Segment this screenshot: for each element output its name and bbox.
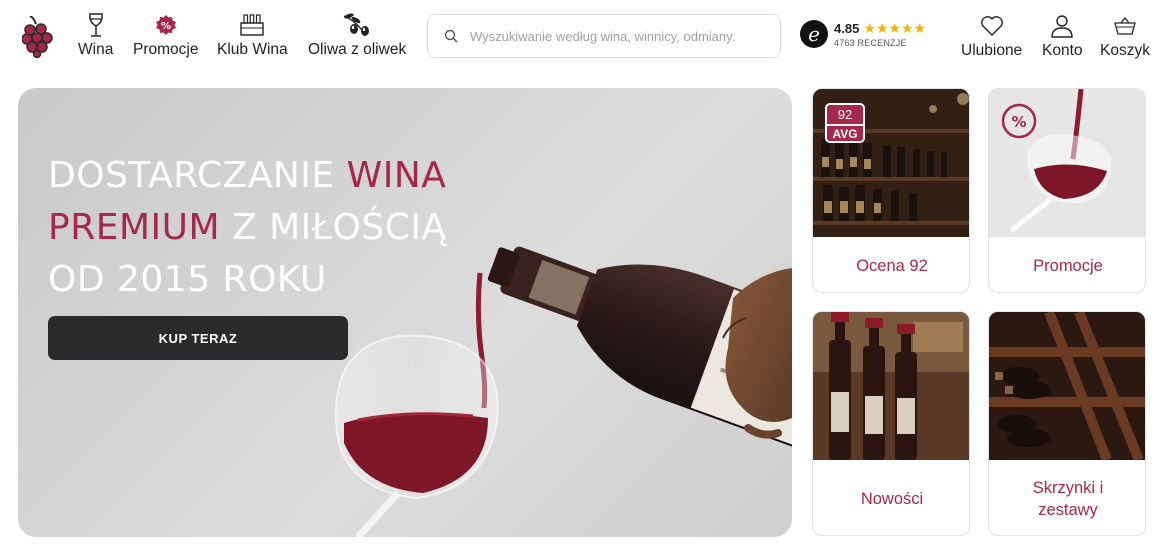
avg-badge-number: 92 <box>827 105 863 124</box>
wine-rack-image <box>989 312 1145 460</box>
category-card-nowosci[interactable]: Nowości <box>812 311 970 536</box>
rating-score: 4.85 <box>834 21 860 36</box>
percent-badge-icon: % <box>155 15 176 35</box>
account-button[interactable]: Konto <box>1042 12 1083 60</box>
nav-wina[interactable]: Wina <box>78 10 113 59</box>
wine-box-icon <box>240 14 265 36</box>
hero-line1-white: DOSTARCZANIE <box>48 155 347 196</box>
nav-oliwa-z-oliwek[interactable]: Oliwa z oliwek <box>308 10 406 59</box>
cart-label: Koszyk <box>1100 42 1150 59</box>
search-icon <box>444 29 458 43</box>
grape-logo-icon[interactable] <box>22 16 54 58</box>
svg-text:%: % <box>161 21 171 32</box>
card-label: Nowości <box>860 489 924 508</box>
olive-branch-icon <box>343 13 370 36</box>
heart-icon <box>980 16 1003 36</box>
ekomi-badge-icon: e <box>800 20 828 48</box>
card-label: Promocje <box>1033 256 1103 275</box>
user-icon <box>1051 15 1073 38</box>
card-label: Skrzynki i zestawy <box>1032 478 1104 519</box>
nav-promocje[interactable]: % Promocje <box>133 10 198 59</box>
rating-review-count: 4763 RECENZJE <box>834 38 907 48</box>
hero-line2-accent: PREMIUM <box>48 207 221 248</box>
nav-klub-wina-label: Klub Wina <box>217 41 288 58</box>
favorites-button[interactable]: Ulubione <box>961 12 1022 60</box>
nav-klub-wina[interactable]: Klub Wina <box>217 10 288 59</box>
account-label: Konto <box>1042 42 1083 59</box>
nav-oliwa-label: Oliwa z oliwek <box>308 41 407 58</box>
rating-stars-icon: ★★★★★ <box>863 20 927 36</box>
hero-banner[interactable]: DOSTARCZANIE WINA PREMIUM Z MIŁOŚCIĄ OD … <box>18 88 792 537</box>
hero-headline: DOSTARCZANIE WINA PREMIUM Z MIŁOŚCIĄ OD … <box>48 150 447 306</box>
hero-line1-accent: WINA <box>346 155 447 196</box>
avg-rating-badge: 92 AVG <box>825 103 865 143</box>
nav-wina-label: Wina <box>78 41 114 58</box>
card-label: Ocena 92 <box>856 256 928 275</box>
category-card-promocje[interactable]: % Promocje <box>988 88 1146 293</box>
wine-glass-promo-image: % <box>989 89 1145 237</box>
search-input[interactable] <box>470 28 770 44</box>
category-card-skrzynki[interactable]: Skrzynki i zestawy <box>988 311 1146 536</box>
buy-now-button[interactable]: KUP TERAZ <box>48 316 348 360</box>
search-bar[interactable] <box>427 14 781 58</box>
hero-line3-white: OD 2015 ROKU <box>48 259 327 300</box>
nav-promocje-label: Promocje <box>133 41 199 58</box>
wine-bottles-image <box>813 312 969 460</box>
wine-glass-icon <box>88 13 103 37</box>
hero-line2-white: Z MIŁOŚCIĄ <box>220 207 447 248</box>
favorites-label: Ulubione <box>961 42 1023 59</box>
avg-badge-text: AVG <box>827 124 863 141</box>
category-card-ocena-92[interactable]: 92 AVG Ocena 92 <box>812 88 970 293</box>
svg-text:%: % <box>1011 113 1026 131</box>
cart-button[interactable]: Koszyk <box>1100 12 1150 60</box>
basket-icon <box>1114 16 1136 35</box>
reviews-rating[interactable]: e 4.85 ★★★★★ 4763 RECENZJE <box>800 20 926 48</box>
